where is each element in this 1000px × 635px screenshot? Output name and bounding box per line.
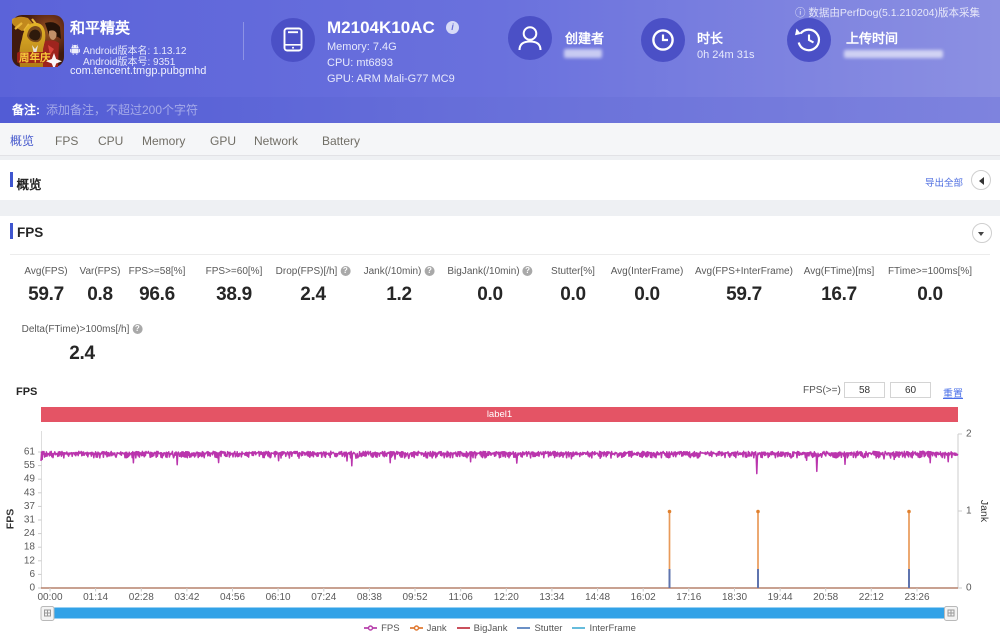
svg-text:13:34: 13:34 bbox=[539, 592, 564, 603]
svg-text:49: 49 bbox=[24, 474, 36, 485]
svg-text:43: 43 bbox=[24, 487, 36, 498]
svg-text:FPS: FPS bbox=[5, 509, 17, 529]
svg-text:0: 0 bbox=[966, 583, 972, 594]
svg-text:01:14: 01:14 bbox=[83, 592, 108, 603]
svg-text:Jank: Jank bbox=[978, 500, 990, 523]
svg-text:08:38: 08:38 bbox=[357, 592, 382, 603]
svg-text:06:10: 06:10 bbox=[266, 592, 291, 603]
svg-text:09:52: 09:52 bbox=[402, 592, 427, 603]
svg-text:2: 2 bbox=[966, 429, 972, 440]
svg-text:07:24: 07:24 bbox=[311, 592, 336, 603]
svg-text:19:44: 19:44 bbox=[768, 592, 793, 603]
svg-text:61: 61 bbox=[24, 447, 36, 458]
svg-text:12:20: 12:20 bbox=[494, 592, 519, 603]
svg-text:00:00: 00:00 bbox=[37, 592, 62, 603]
svg-text:22:12: 22:12 bbox=[859, 592, 884, 603]
svg-text:31: 31 bbox=[24, 515, 36, 526]
svg-text:12: 12 bbox=[24, 555, 36, 566]
svg-text:0: 0 bbox=[29, 583, 35, 594]
svg-text:1: 1 bbox=[966, 506, 972, 517]
svg-text:17:16: 17:16 bbox=[676, 592, 701, 603]
svg-text:04:56: 04:56 bbox=[220, 592, 245, 603]
svg-text:11:06: 11:06 bbox=[449, 592, 474, 603]
svg-text:16:02: 16:02 bbox=[631, 592, 656, 603]
svg-text:18:30: 18:30 bbox=[722, 592, 747, 603]
svg-text:02:28: 02:28 bbox=[129, 592, 154, 603]
svg-text:18: 18 bbox=[24, 542, 36, 553]
svg-text:23:26: 23:26 bbox=[904, 592, 929, 603]
svg-text:03:42: 03:42 bbox=[174, 592, 199, 603]
svg-text:55: 55 bbox=[24, 460, 36, 471]
svg-text:6: 6 bbox=[29, 569, 35, 580]
svg-text:24: 24 bbox=[24, 528, 36, 539]
svg-text:37: 37 bbox=[24, 501, 36, 512]
svg-text:20:58: 20:58 bbox=[813, 592, 838, 603]
svg-text:14:48: 14:48 bbox=[585, 592, 610, 603]
